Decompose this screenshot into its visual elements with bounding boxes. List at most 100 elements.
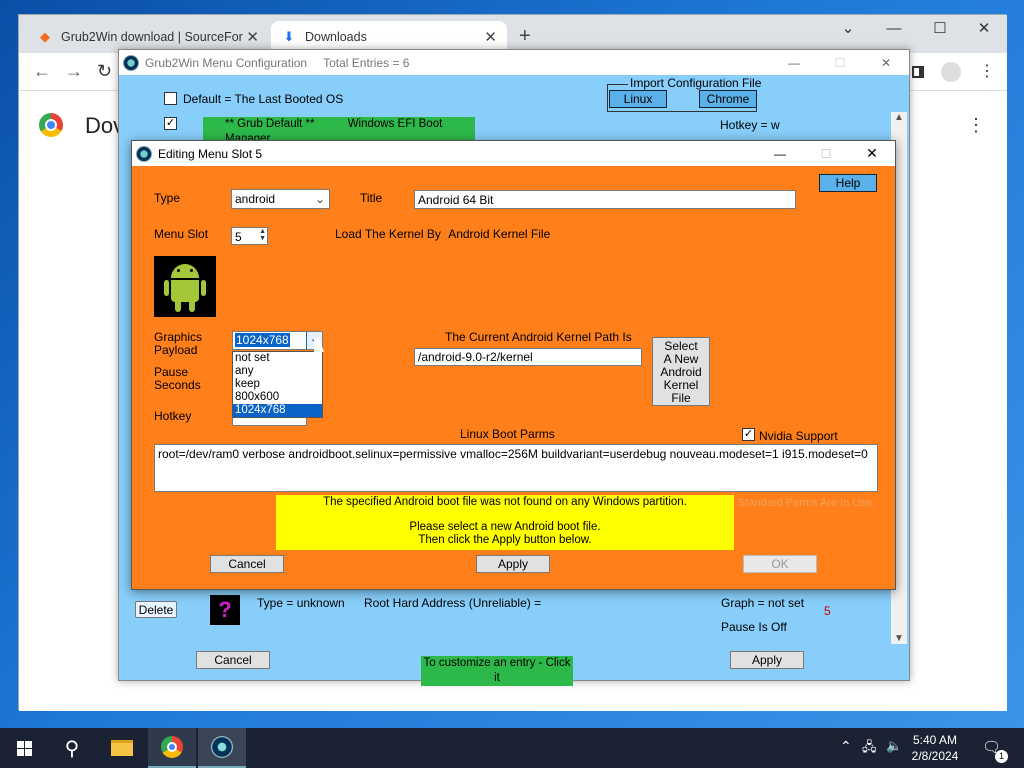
ok-button: OK bbox=[743, 555, 817, 573]
sidepanel-icon[interactable] bbox=[912, 66, 924, 78]
close-tab-icon[interactable]: ✕ bbox=[484, 28, 497, 46]
help-button[interactable]: Help bbox=[819, 174, 877, 192]
import-chrome-button[interactable]: Chrome bbox=[699, 90, 757, 108]
type-label: Type bbox=[154, 191, 181, 205]
dropdown-option[interactable]: not set bbox=[233, 352, 322, 365]
grub2win-app-icon bbox=[123, 54, 139, 71]
close-icon[interactable]: ✕ bbox=[849, 145, 895, 162]
search-icon[interactable]: ⚲ bbox=[48, 728, 96, 768]
grub2win-taskbar-icon[interactable] bbox=[198, 728, 246, 768]
total-entries: Total Entries = 6 bbox=[323, 55, 410, 70]
pause-is-off: Pause Is Off bbox=[721, 620, 787, 634]
forward-icon[interactable]: → bbox=[65, 61, 83, 82]
profile-avatar-icon[interactable] bbox=[941, 62, 961, 82]
scroll-up-icon[interactable]: ▲ bbox=[891, 112, 907, 123]
download-icon: ⬇ bbox=[283, 29, 295, 44]
grub2win-app-icon bbox=[136, 145, 152, 162]
windows-start-icon[interactable] bbox=[0, 728, 48, 768]
type-select[interactable]: android ⌄ bbox=[231, 189, 330, 209]
tab-search-icon[interactable]: ⌄ bbox=[825, 17, 871, 41]
import-linux-button[interactable]: Linux bbox=[609, 90, 667, 108]
maximize-icon: ☐ bbox=[834, 55, 846, 70]
close-tab-icon[interactable]: ✕ bbox=[246, 28, 259, 46]
cancel-button[interactable]: Cancel bbox=[196, 651, 270, 669]
chrome-logo-icon bbox=[39, 113, 63, 137]
mouse-cursor-icon bbox=[314, 338, 324, 352]
dialog-titlebar: Editing Menu Slot 5 — ☐ ✕ bbox=[132, 141, 895, 166]
page-menu-icon[interactable]: ⋮ bbox=[967, 115, 985, 136]
hotkey-label: Hotkey bbox=[154, 409, 192, 423]
warning-line-1: The specified Android boot file was not … bbox=[323, 496, 687, 508]
load-kernel-value: Android Kernel File bbox=[448, 227, 551, 241]
boot-parms-input[interactable]: root=/dev/ram0 verbose androidboot.selin… bbox=[154, 444, 878, 492]
chrome-taskbar-icon[interactable] bbox=[148, 728, 196, 768]
graph-not-set: Graph = not set bbox=[721, 596, 805, 610]
reload-icon[interactable]: ↻ bbox=[97, 61, 112, 82]
menu-slot-stepper[interactable]: 5 ▲ ▼ bbox=[231, 227, 268, 245]
default-label: Default = The Last Booted OS bbox=[183, 92, 344, 106]
chrome-menu-icon[interactable]: ⋮ bbox=[979, 61, 995, 81]
nvidia-checkbox[interactable]: ✓ bbox=[742, 428, 755, 441]
entry-checkbox[interactable]: ✓ bbox=[164, 117, 177, 130]
graphics-value: 1024x768 bbox=[235, 333, 290, 347]
chevron-up-icon[interactable]: ⌃ bbox=[840, 738, 852, 755]
close-icon[interactable]: ✕ bbox=[863, 56, 909, 70]
scroll-down-icon[interactable]: ▼ bbox=[891, 633, 907, 644]
close-window-icon[interactable]: ✕ bbox=[961, 17, 1007, 41]
notification-badge: 1 bbox=[995, 750, 1008, 763]
delete-button[interactable]: Delete bbox=[135, 601, 177, 618]
graphics-payload-label: Graphics Payload bbox=[154, 331, 202, 357]
file-explorer-icon[interactable] bbox=[98, 728, 146, 768]
title-label: Title bbox=[360, 191, 383, 205]
taskbar: ⚲ ⌃ 🖧 🔈 5:40 AM 2/8/2024 🗨 1 bbox=[0, 728, 1024, 768]
clock-date: 2/8/2024 bbox=[911, 749, 959, 763]
graphics-dropdown-list[interactable]: not set any keep 800x600 1024x768 bbox=[232, 351, 323, 418]
faded-standard-parms: Standard Parms Are In Use bbox=[738, 497, 872, 509]
volume-muted-icon[interactable]: 🔈 bbox=[886, 738, 902, 754]
type-unknown: Type = unknown bbox=[257, 596, 345, 610]
graphics-select[interactable]: 1024x768 ⌄ bbox=[232, 331, 323, 350]
minimize-icon[interactable]: — bbox=[757, 147, 803, 161]
default-checkbox[interactable] bbox=[164, 92, 177, 105]
chevron-down-icon: ⌄ bbox=[314, 192, 325, 206]
grub2win-titlebar: Grub2Win Menu Configuration Total Entrie… bbox=[119, 50, 909, 75]
tab-label: Downloads bbox=[305, 30, 367, 44]
dropdown-option[interactable]: 800x600 bbox=[233, 391, 322, 404]
network-icon[interactable]: 🖧 bbox=[862, 738, 877, 760]
warning-line-3: Then click the Apply button below. bbox=[418, 534, 592, 546]
apply-button[interactable]: Apply bbox=[476, 555, 550, 573]
nvidia-label: Nvidia Support bbox=[759, 429, 838, 443]
customize-hint: To customize an entry - Click it bbox=[421, 656, 573, 686]
kernel-path-label: The Current Android Kernel Path Is bbox=[445, 330, 632, 344]
maximize-icon[interactable]: ☐ bbox=[917, 17, 963, 41]
select-kernel-file-button[interactable]: Select A New Android Kernel File bbox=[652, 337, 710, 406]
apply-button[interactable]: Apply bbox=[730, 651, 804, 669]
hotkey-input[interactable] bbox=[232, 418, 307, 426]
minimize-icon[interactable]: — bbox=[771, 56, 817, 70]
new-tab-button[interactable]: + bbox=[519, 25, 531, 48]
back-icon[interactable]: ← bbox=[33, 61, 51, 82]
question-icon: ? bbox=[210, 595, 240, 625]
type-value: android bbox=[235, 192, 276, 206]
select-line: File bbox=[671, 391, 691, 405]
stepper-arrows-icon[interactable]: ▲ ▼ bbox=[259, 228, 266, 242]
tab-strip: ◆ Grub2Win download | SourceFor ✕ ⬇ Down… bbox=[19, 15, 1007, 53]
dropdown-option[interactable]: keep bbox=[233, 378, 322, 391]
cancel-button[interactable]: Cancel bbox=[210, 555, 284, 573]
title-input[interactable]: Android 64 Bit bbox=[414, 190, 796, 209]
dropdown-option-selected[interactable]: 1024x768 bbox=[233, 404, 322, 417]
import-label: Import Configuration File bbox=[628, 76, 764, 90]
kernel-path-input[interactable]: /android-9.0-r2/kernel bbox=[414, 348, 642, 366]
minimize-icon[interactable]: — bbox=[871, 17, 917, 41]
window-title: Grub2Win Menu Configuration bbox=[145, 55, 308, 70]
graphics-label-2: Payload bbox=[154, 343, 198, 357]
menu-slot-value: 5 bbox=[235, 230, 242, 244]
boot-parms-label: Linux Boot Parms bbox=[460, 427, 555, 441]
hotkey-w: Hotkey = w bbox=[720, 118, 780, 132]
clock[interactable]: 5:40 AM 2/8/2024 bbox=[905, 732, 965, 764]
editing-menu-slot-dialog: Editing Menu Slot 5 — ☐ ✕ Help Type andr… bbox=[131, 140, 896, 590]
dropdown-option[interactable]: any bbox=[233, 365, 322, 378]
load-kernel-by-label: Load The Kernel By Android Kernel File bbox=[335, 227, 550, 241]
dialog-title: Editing Menu Slot 5 bbox=[158, 146, 263, 161]
pause-seconds-label: Pause Seconds bbox=[154, 366, 201, 392]
